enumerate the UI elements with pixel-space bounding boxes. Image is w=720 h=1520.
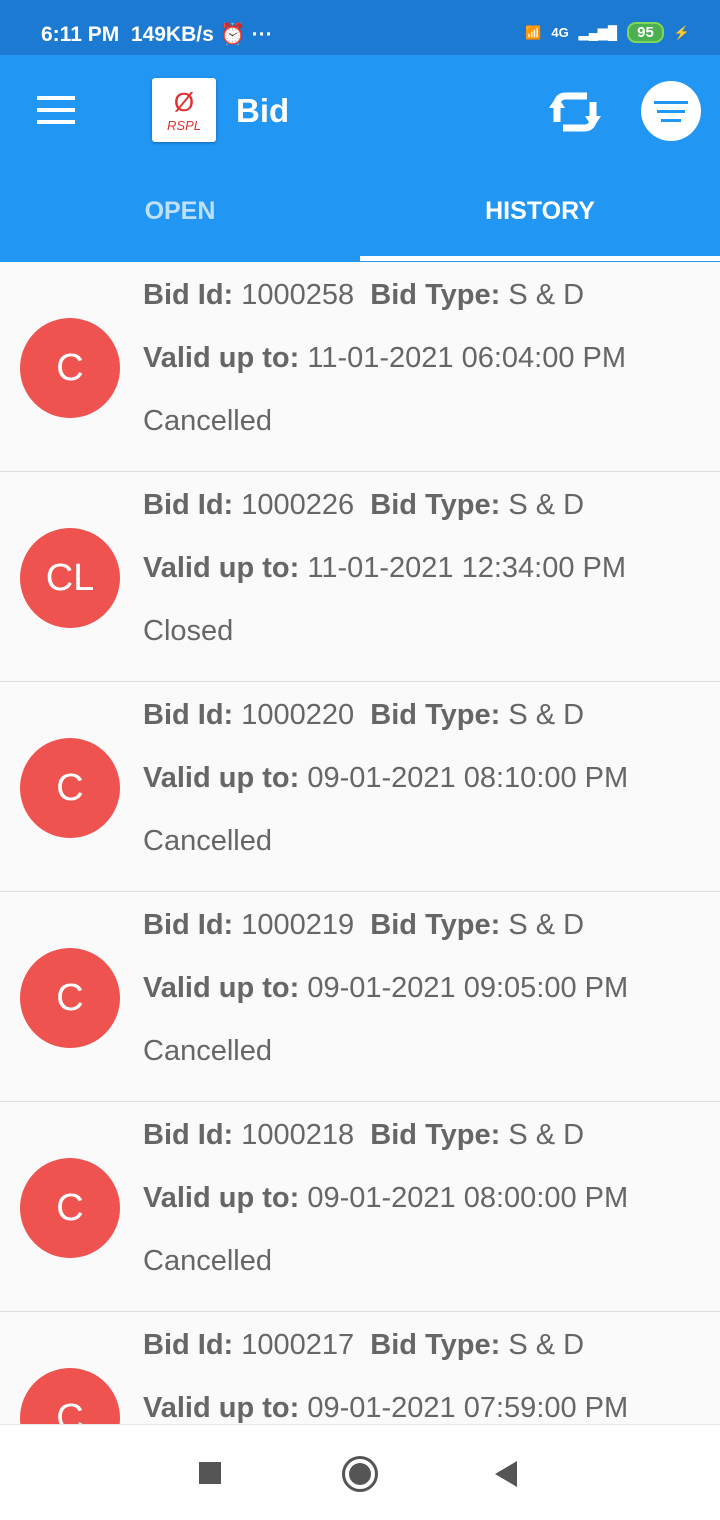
signal-icon: ▂▄▆█ xyxy=(578,24,618,40)
bid-id-line: Bid Id: 1000220 Bid Type: S & D xyxy=(143,699,584,732)
app-logo: Ø RSPL xyxy=(152,78,216,142)
list-item[interactable]: C Bid Id: 1000220 Bid Type: S & D Valid … xyxy=(0,682,720,892)
bid-status: Cancelled xyxy=(143,825,272,857)
status-bar: 6:11 PM 149KB/s ⏰ ··· 📶 4G ▂▄▆█ 95 ⚡ xyxy=(0,0,720,55)
bid-type: S & D xyxy=(508,489,585,521)
recents-button[interactable] xyxy=(199,1462,221,1484)
bid-type: S & D xyxy=(508,1119,585,1151)
battery-icon: 95 xyxy=(627,22,664,43)
list-item[interactable]: CL Bid Id: 1000226 Bid Type: S & D Valid… xyxy=(0,472,720,682)
valid-line: Valid up to: 09-01-2021 08:10:00 PM xyxy=(143,762,628,795)
page-title: Bid xyxy=(236,92,290,129)
filter-icon[interactable] xyxy=(641,81,701,141)
bid-id-line: Bid Id: 1000219 Bid Type: S & D xyxy=(143,909,584,942)
bid-id: 1000258 xyxy=(241,279,355,311)
bid-id: 1000220 xyxy=(241,699,355,731)
valid-date: 11-01-2021 06:04:00 PM xyxy=(307,342,627,374)
app-bar xyxy=(0,55,720,262)
status-avatar: C xyxy=(20,1368,120,1424)
bid-type: S & D xyxy=(508,1329,585,1361)
wifi-icon: 📶 xyxy=(525,24,542,40)
valid-line: Valid up to: 09-01-2021 08:00:00 PM xyxy=(143,1182,628,1215)
bid-type: S & D xyxy=(508,699,585,731)
list-item[interactable]: C Bid Id: 1000219 Bid Type: S & D Valid … xyxy=(0,892,720,1102)
bid-id: 1000219 xyxy=(241,909,355,941)
alarm-icon: ⏰ xyxy=(219,23,246,46)
more-icon: ··· xyxy=(251,23,273,46)
bid-list[interactable]: C Bid Id: 1000258 Bid Type: S & D Valid … xyxy=(0,262,720,1424)
bid-id: 1000217 xyxy=(241,1329,355,1361)
valid-label: Valid up to: xyxy=(143,342,300,374)
bid-id-label: Bid Id: xyxy=(143,279,234,311)
bid-id-line: Bid Id: 1000217 Bid Type: S & D xyxy=(143,1329,584,1362)
nav-bar xyxy=(0,1424,720,1520)
tab-indicator xyxy=(360,256,720,261)
bid-id-line: Bid Id: 1000226 Bid Type: S & D xyxy=(143,489,584,522)
bid-id-label: Bid Id: xyxy=(143,699,234,731)
bid-type-label: Bid Type: xyxy=(370,1119,501,1151)
bid-id-label: Bid Id: xyxy=(143,1119,234,1151)
home-button[interactable] xyxy=(342,1456,378,1492)
bid-id-label: Bid Id: xyxy=(143,909,234,941)
network-label: 4G xyxy=(551,25,569,40)
valid-date: 09-01-2021 08:10:00 PM xyxy=(307,762,629,794)
bid-id-label: Bid Id: xyxy=(143,1329,234,1361)
bid-type-label: Bid Type: xyxy=(370,279,501,311)
valid-line: Valid up to: 09-01-2021 09:05:00 PM xyxy=(143,972,628,1005)
status-avatar: C xyxy=(20,318,120,418)
valid-line: Valid up to: 09-01-2021 07:59:00 PM xyxy=(143,1392,628,1424)
valid-date: 11-01-2021 12:34:00 PM xyxy=(307,552,627,584)
valid-label: Valid up to: xyxy=(143,762,300,794)
bid-type-label: Bid Type: xyxy=(370,699,501,731)
bid-status: Closed xyxy=(143,615,234,647)
list-item[interactable]: C Bid Id: 1000217 Bid Type: S & D Valid … xyxy=(0,1312,720,1424)
valid-date: 09-01-2021 09:05:00 PM xyxy=(307,972,629,1004)
bid-id: 1000226 xyxy=(241,489,355,521)
menu-icon[interactable] xyxy=(37,96,75,132)
bid-status: Cancelled xyxy=(143,405,272,437)
bid-id: 1000218 xyxy=(241,1119,355,1151)
valid-date: 09-01-2021 07:59:00 PM xyxy=(307,1392,629,1424)
back-button[interactable] xyxy=(495,1461,517,1487)
status-avatar: CL xyxy=(20,528,120,628)
valid-date: 09-01-2021 08:00:00 PM xyxy=(307,1182,629,1214)
bid-type: S & D xyxy=(508,909,585,941)
valid-label: Valid up to: xyxy=(143,972,300,1004)
bid-status: Cancelled xyxy=(143,1035,272,1067)
bid-type: S & D xyxy=(508,279,585,311)
status-avatar: C xyxy=(20,948,120,1048)
bid-id-line: Bid Id: 1000218 Bid Type: S & D xyxy=(143,1119,584,1152)
bid-type-label: Bid Type: xyxy=(370,909,501,941)
status-time: 6:11 PM xyxy=(41,23,120,46)
list-item[interactable]: C Bid Id: 1000258 Bid Type: S & D Valid … xyxy=(0,262,720,472)
valid-label: Valid up to: xyxy=(143,552,300,584)
valid-label: Valid up to: xyxy=(143,1182,300,1214)
status-avatar: C xyxy=(20,738,120,838)
bid-id-label: Bid Id: xyxy=(143,489,234,521)
bid-status: Cancelled xyxy=(143,1245,272,1277)
charging-icon: ⚡ xyxy=(673,24,690,40)
status-speed: 149KB/s xyxy=(130,23,214,46)
logo-text: RSPL xyxy=(167,118,201,133)
valid-line: Valid up to: 11-01-2021 06:04:00 PM xyxy=(143,342,626,375)
status-avatar: C xyxy=(20,1158,120,1258)
tab-open[interactable]: OPEN xyxy=(0,197,360,226)
bid-id-line: Bid Id: 1000258 Bid Type: S & D xyxy=(143,279,584,312)
list-item[interactable]: C Bid Id: 1000218 Bid Type: S & D Valid … xyxy=(0,1102,720,1312)
valid-label: Valid up to: xyxy=(143,1392,300,1424)
valid-line: Valid up to: 11-01-2021 12:34:00 PM xyxy=(143,552,626,585)
bid-type-label: Bid Type: xyxy=(370,1329,501,1361)
bid-type-label: Bid Type: xyxy=(370,489,501,521)
refresh-icon[interactable] xyxy=(543,82,607,142)
tab-history[interactable]: HISTORY xyxy=(360,197,720,226)
